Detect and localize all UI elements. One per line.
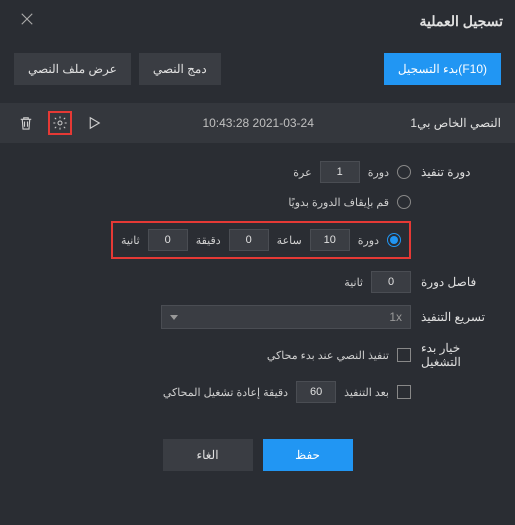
startup-label: خيار بدء التشغيل: [421, 341, 501, 369]
play-button[interactable]: [82, 111, 106, 135]
gear-icon: [52, 114, 68, 132]
restart-after-input[interactable]: [296, 381, 336, 403]
cycle-word-1: دورة: [368, 166, 389, 179]
minute-input[interactable]: [229, 229, 269, 251]
close-button[interactable]: [12, 8, 42, 35]
cycle-interval-label: فاصل دورة: [421, 275, 501, 289]
settings-button[interactable]: [48, 111, 72, 135]
speed-select[interactable]: 1x: [161, 305, 411, 329]
exec-cycle-label: دورة تنفيذ: [421, 165, 501, 179]
save-button[interactable]: حفظ: [263, 439, 353, 471]
delete-button[interactable]: [14, 111, 38, 135]
second-input[interactable]: [148, 229, 188, 251]
time-duration-group: دورة ساعة دقيقة ثانية: [111, 221, 411, 259]
times-unit: عرة: [293, 166, 311, 179]
times-input[interactable]: [320, 161, 360, 183]
minute-label: دقيقة: [196, 234, 221, 247]
exec-on-start-label: تنفيذ النصي عند بدء محاكي: [267, 349, 389, 362]
hour-label: ساعة: [277, 234, 302, 247]
merge-script-button[interactable]: دمج النصي: [139, 53, 221, 85]
chevron-down-icon: [170, 315, 178, 320]
script-datetime: 2021-03-24 10:43:28: [106, 116, 410, 130]
second-label: ثانية: [121, 234, 140, 247]
cycle-word-2: دورة: [358, 234, 379, 247]
play-icon: [85, 114, 103, 132]
radio-times[interactable]: [397, 165, 411, 179]
interval-unit: ثانية: [344, 276, 363, 289]
speed-value: 1x: [389, 310, 402, 324]
dialog-title: تسجيل العملية: [419, 13, 503, 30]
manual-stop-label: قم بإيقاف الدورة بدويًا: [288, 196, 389, 209]
restart-after-unit: بعد التنفيذ: [344, 386, 389, 399]
speed-label: تسريع التنفيذ: [421, 310, 501, 324]
radio-duration[interactable]: [387, 233, 401, 247]
cancel-button[interactable]: الغاء: [163, 439, 253, 471]
script-name: النصي الخاص بي1: [410, 116, 501, 130]
checkbox-exec-on-start[interactable]: [397, 348, 411, 362]
hour-input[interactable]: [310, 229, 350, 251]
radio-manual-stop[interactable]: [397, 195, 411, 209]
view-script-file-button[interactable]: عرض ملف النصي: [14, 53, 131, 85]
close-icon: [18, 10, 36, 28]
trash-icon: [17, 114, 35, 132]
start-record-button[interactable]: (F10)بدء التسجيل: [384, 53, 501, 85]
restart-emulator-label: دقيقة إعادة تشغيل المحاكي: [163, 386, 288, 399]
script-row: النصي الخاص بي1 2021-03-24 10:43:28: [0, 103, 515, 143]
interval-input[interactable]: [371, 271, 411, 293]
checkbox-restart-after[interactable]: [397, 385, 411, 399]
